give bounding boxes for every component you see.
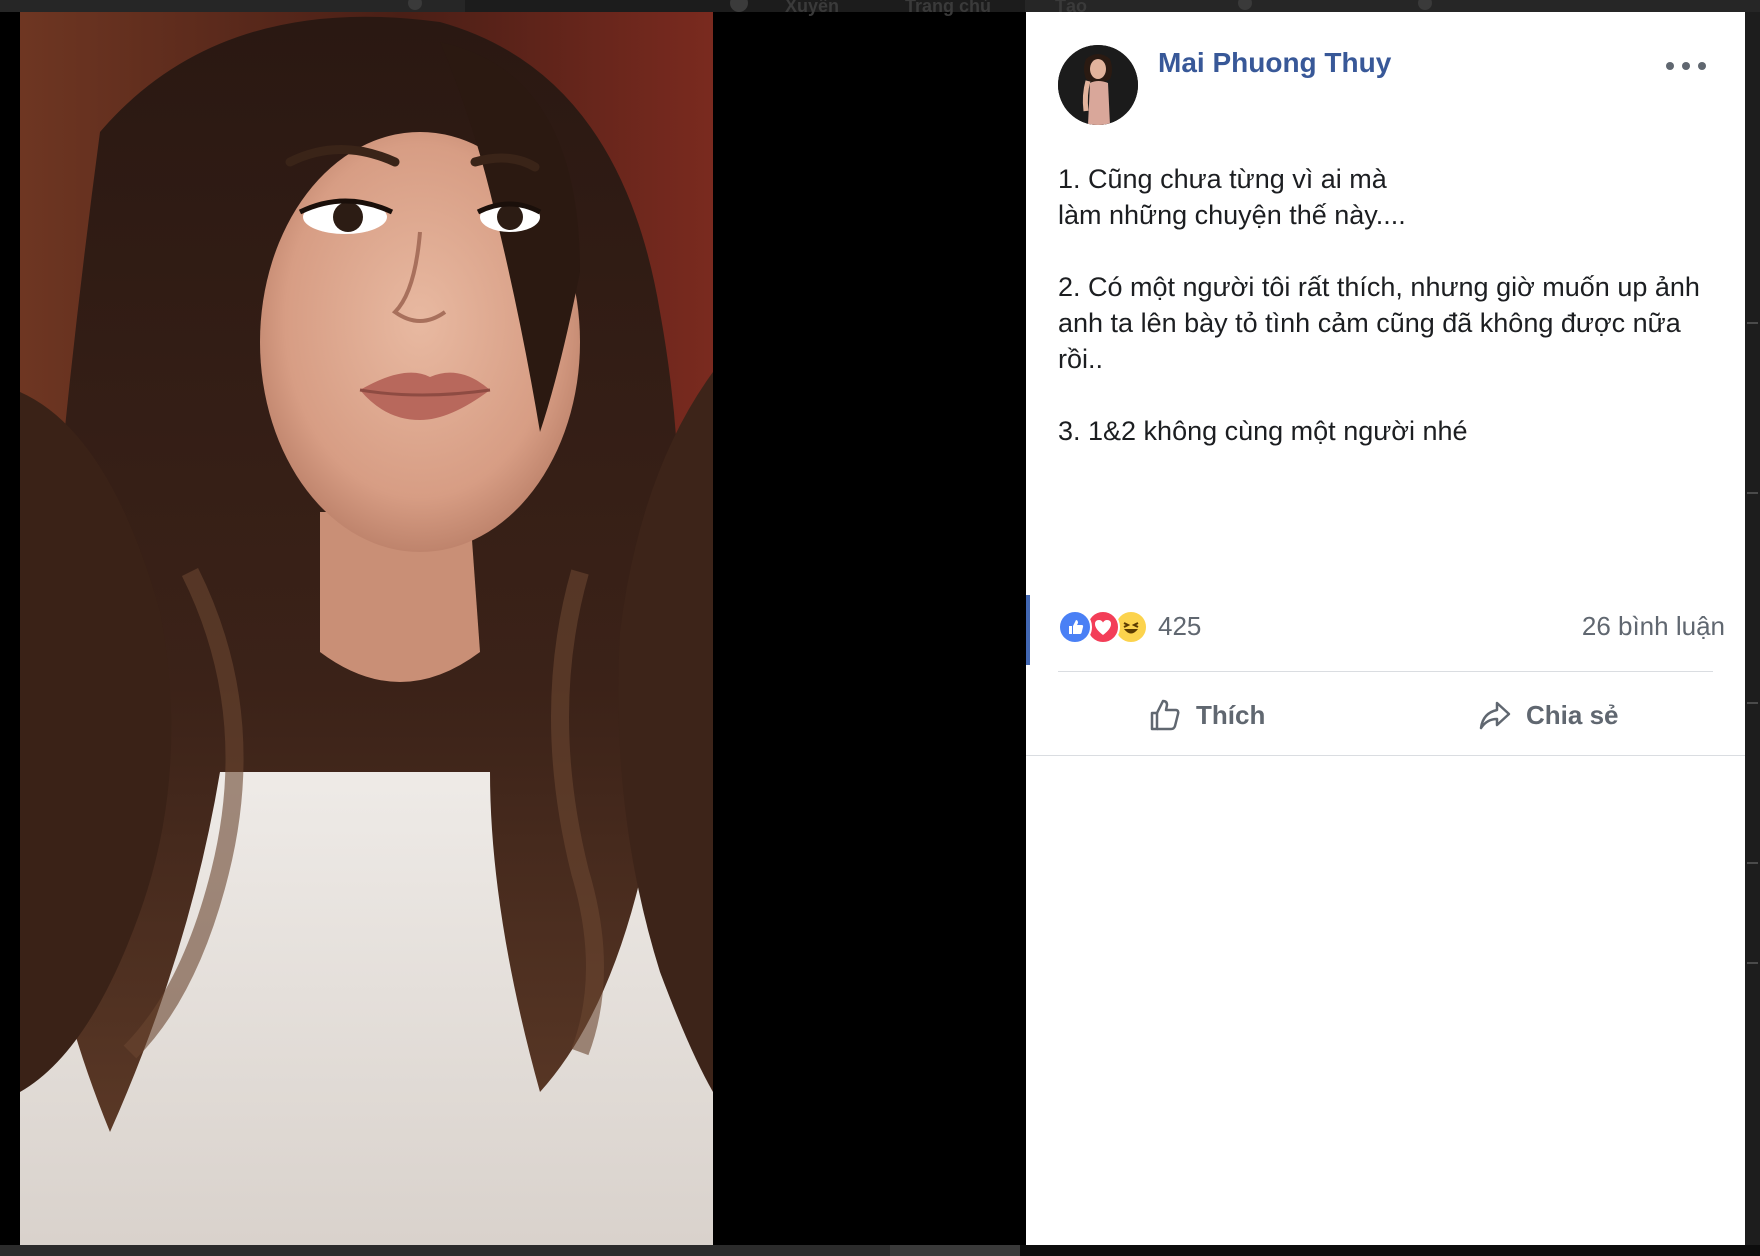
search-icon [408,0,422,10]
like-icon [1058,610,1092,644]
background-bottom-edge [0,1245,1760,1256]
like-button[interactable]: Thích [1146,687,1265,743]
post-photo[interactable] [20,12,713,1245]
post-panel: Mai Phuong Thuy 1. Cũng chưa từng vì ai … [1026,12,1745,1245]
like-label: Thích [1196,699,1266,730]
dot-icon [1666,62,1674,70]
reactions-summary[interactable]: 425 [1058,608,1201,644]
author-avatar-image [1058,45,1138,125]
topbar-home-link: Trang chủ [905,0,992,16]
reaction-icons [1058,608,1154,644]
focus-indicator [1026,595,1030,665]
share-arrow-icon [1479,701,1511,730]
topbar-profile-link: Xuyên [785,0,840,16]
author-name-link[interactable]: Mai Phuong Thuy [1158,47,1391,79]
photo-image [20,12,713,1245]
background-topbar: Xuyên Trang chủ Tạo [0,0,1760,16]
divider [1026,755,1745,756]
share-button[interactable]: Chia sẻ [1476,687,1619,743]
comment-count-link[interactable]: 26 bình luận [1582,611,1725,642]
friends-icon [1238,0,1252,10]
post-paragraph: 1. Cũng chưa từng vì ai mà làm những chu… [1058,164,1406,230]
share-label: Chia sẻ [1526,699,1619,730]
divider [1058,671,1713,672]
post-body: 1. Cũng chưa từng vì ai mà làm những chu… [1058,161,1718,485]
author-avatar[interactable] [1058,45,1138,125]
thumbs-up-icon [1150,699,1180,731]
dot-icon [1698,62,1706,70]
more-options-button[interactable] [1666,52,1706,80]
reaction-count: 425 [1158,610,1202,641]
background-page-edge [1745,12,1760,1256]
post-paragraph: 2. Có một người tôi rất thích, nhưng giờ… [1058,272,1700,374]
dot-icon [1682,62,1690,70]
post-paragraph: 3. 1&2 không cùng một người nhé [1058,416,1468,446]
notifications-icon [1418,0,1432,10]
